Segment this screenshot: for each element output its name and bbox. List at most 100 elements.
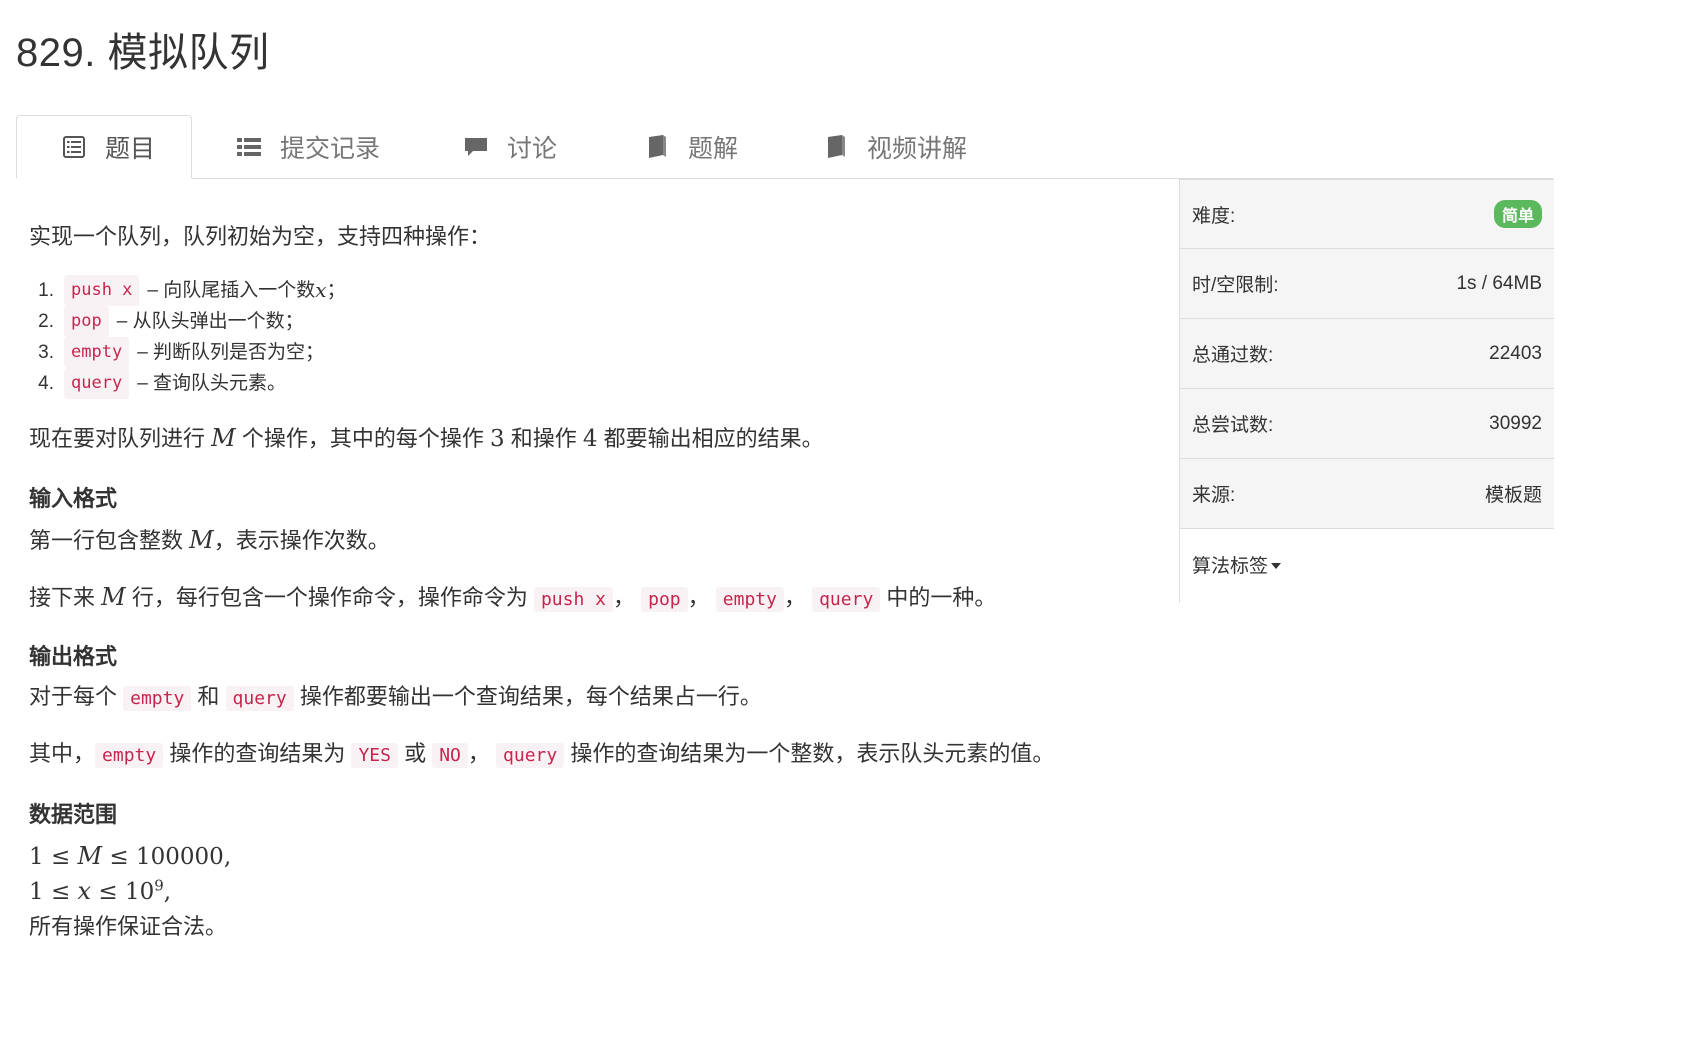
desc-text: 都要输出相应的结果。 — [597, 426, 824, 451]
tab-bar: 题目 提交记录 讨论 题解 视频讲解 — [16, 115, 1553, 179]
difficulty-badge: 简单 — [1493, 200, 1542, 228]
text: 操作的查询结果为 — [163, 741, 352, 766]
range-line-3: 所有操作保证合法。 — [29, 914, 228, 939]
list-item: 2. pop – 从队头弹出一个数； — [29, 306, 346, 337]
item-number: 1. — [38, 279, 54, 301]
info-label: 难度: — [1192, 205, 1236, 227]
info-label: 时/空限制: — [1192, 275, 1279, 296]
text: 第一行包含整数 — [29, 528, 190, 553]
math-text: ≤ 10 — [91, 879, 155, 905]
info-label: 来源: — [1192, 485, 1236, 506]
inline-code: empty — [715, 587, 784, 612]
range-line-2: 1 ≤ x ≤ 109, — [29, 873, 171, 911]
list-item: 1. push x – 向队尾插入一个数 x ； — [29, 275, 346, 306]
book-icon — [644, 134, 670, 160]
input-line-2: 接下来 M 行，每行包含一个操作命令，操作命令为 push x， pop， em… — [29, 579, 996, 616]
text: 操作都要输出一个查询结果，每个结果占一行。 — [293, 684, 762, 709]
info-value: 30992 — [1489, 412, 1542, 434]
inline-code: query — [496, 743, 565, 768]
inline-code: query — [812, 587, 881, 612]
tab-discussion[interactable]: 讨论 — [463, 115, 557, 178]
text: 或 — [397, 741, 433, 766]
tab-label: 题目 — [105, 135, 156, 163]
info-value: 1s / 64MB — [1456, 272, 1542, 294]
inline-code: empty — [95, 743, 164, 768]
info-value: 模板题 — [1484, 485, 1542, 506]
math-var: M — [77, 842, 103, 870]
text: ， — [687, 585, 710, 610]
math-text: 1 ≤ — [29, 844, 78, 870]
tab-label: 题解 — [688, 134, 739, 163]
math-num: 3 — [489, 426, 505, 452]
inline-code: query — [64, 368, 130, 399]
inline-code: NO — [432, 743, 468, 768]
comment-icon — [463, 134, 489, 160]
tab-solutions[interactable]: 题解 — [644, 115, 738, 178]
item-number: 2. — [38, 310, 54, 332]
item-end: ； — [326, 279, 346, 301]
text: ， — [783, 585, 806, 610]
inline-code: empty — [123, 686, 192, 711]
info-row-difficulty: 难度: 简单 — [1180, 179, 1554, 249]
inline-code: pop — [641, 587, 688, 612]
inline-code: query — [225, 686, 294, 711]
desc-text: 个操作，其中的每个操作 — [235, 426, 490, 451]
info-row-limits: 时/空限制: 1s / 64MB — [1180, 249, 1554, 319]
math-text: , — [163, 879, 172, 905]
info-row-attempts: 总尝试数: 30992 — [1180, 389, 1554, 459]
output-line-2: 其中， empty 操作的查询结果为 YES 或 NO， query 操作的查询结… — [29, 737, 1054, 771]
tab-label: 讨论 — [507, 134, 558, 163]
inline-code: push x — [533, 587, 613, 612]
book-icon — [823, 134, 849, 160]
output-line-1: 对于每个 empty 和 query 操作都要输出一个查询结果，每个结果占一行。 — [29, 680, 762, 714]
algorithm-tags-toggle[interactable]: 算法标签 — [1180, 529, 1554, 599]
inline-code: pop — [64, 306, 109, 337]
intro-text: 实现一个队列，队列初始为空，支持四种操作： — [29, 224, 492, 249]
range-line-1: 1 ≤ M ≤ 100000, — [29, 838, 231, 876]
range-heading: 数据范围 — [29, 802, 118, 827]
item-number: 3. — [38, 341, 54, 363]
info-row-source: 来源: 模板题 — [1180, 459, 1554, 529]
text: 和 — [191, 684, 226, 709]
text: ， — [467, 741, 490, 766]
inline-code: empty — [64, 337, 130, 368]
text: 中的一种。 — [880, 585, 997, 610]
item-text: – 查询队头元素。 — [137, 372, 287, 394]
info-label: 总尝试数: — [1192, 415, 1274, 436]
math-text: ≤ 100000 — [102, 844, 224, 870]
tab-label: 提交记录 — [280, 134, 381, 163]
th-list-icon — [236, 134, 262, 160]
list-alt-icon — [61, 134, 87, 160]
tags-label: 算法标签 — [1192, 555, 1269, 577]
item-text: – 从队头弹出一个数； — [116, 310, 304, 332]
text: 接下来 — [29, 585, 102, 610]
list-item: 4. query – 查询队头元素。 — [29, 368, 346, 399]
desc-text: 和操作 — [504, 426, 583, 451]
page-title: 829. 模拟队列 — [16, 31, 270, 75]
text: 操作的查询结果为一个整数，表示队头元素的值。 — [564, 741, 1055, 766]
input-heading: 输入格式 — [29, 486, 118, 511]
tab-problem[interactable]: 题目 — [16, 115, 192, 179]
desc-text: 现在要对队列进行 — [29, 426, 212, 451]
math-var: M — [189, 526, 214, 554]
caret-down-icon — [1271, 563, 1282, 570]
info-row-accepted: 总通过数: 22403 — [1180, 319, 1554, 389]
description: 现在要对队列进行 M 个操作，其中的每个操作 3 和操作 4 都要输出相应的结果… — [29, 420, 824, 458]
tags-dropdown[interactable]: 算法标签 — [1192, 551, 1282, 578]
text: ，表示操作次数。 — [213, 528, 390, 553]
tab-submissions[interactable]: 提交记录 — [236, 115, 380, 178]
input-line-1: 第一行包含整数 M，表示操作次数。 — [29, 522, 390, 559]
math-text: , — [223, 844, 232, 870]
text: 其中， — [29, 741, 96, 766]
text: 行，每行包含一个操作命令，操作命令为 — [125, 585, 534, 610]
inline-code: push x — [64, 275, 140, 306]
tab-video[interactable]: 视频讲解 — [823, 115, 967, 178]
text: ， — [612, 585, 635, 610]
output-heading: 输出格式 — [29, 644, 118, 669]
item-number: 4. — [38, 372, 54, 394]
text: 对于每个 — [29, 684, 124, 709]
operation-list: 1. push x – 向队尾插入一个数 x ； 2. pop – 从队头弹出一… — [29, 275, 346, 399]
math-var: x — [77, 877, 92, 905]
item-text: – 判断队列是否为空； — [137, 341, 325, 363]
info-label: 总通过数: — [1192, 345, 1274, 366]
